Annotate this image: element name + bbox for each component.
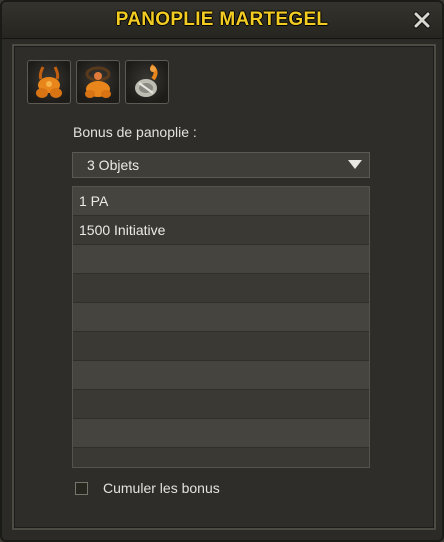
item-slot-amulet[interactable]	[27, 60, 71, 104]
bonus-row	[73, 448, 369, 467]
close-button[interactable]	[410, 8, 434, 32]
title-bar: PANOPLIE MARTEGEL	[2, 2, 442, 39]
dropdown-arrow-icon	[348, 160, 362, 169]
objets-dropdown[interactable]: 3 Objets	[72, 152, 370, 178]
bonus-row	[73, 361, 369, 390]
bonus-row: 1500 Initiative	[73, 216, 369, 245]
bonus-panoplie-label: Bonus de panoplie :	[73, 124, 197, 140]
item-slot-hammer[interactable]	[125, 60, 169, 104]
bonus-list: 1 PA 1500 Initiative	[72, 186, 370, 468]
panel-content: Bonus de panoplie : 3 Objets 1 PA 1500 I…	[12, 44, 436, 530]
close-icon	[413, 11, 431, 29]
hammer-item-icon	[135, 64, 158, 97]
bonus-row: 1 PA	[73, 187, 369, 216]
item-slots	[27, 60, 169, 104]
bonus-row	[73, 274, 369, 303]
item-slot-ring[interactable]	[76, 60, 120, 104]
window-title: PANOPLIE MARTEGEL	[115, 9, 329, 30]
bonus-row	[73, 390, 369, 419]
cumuler-label: Cumuler les bonus	[103, 480, 220, 496]
bonus-row	[73, 303, 369, 332]
panoplie-window: PANOPLIE MARTEGEL Bonus de panoplie: 3 …	[0, 0, 444, 542]
cumuler-bonus-option[interactable]: Cumuler les bonus	[75, 480, 220, 496]
amulet-item-icon	[36, 66, 62, 98]
ring-item-icon	[85, 66, 111, 98]
dropdown-value: 3 Objets	[87, 157, 140, 173]
bonus-row	[73, 245, 369, 274]
bonus-row	[73, 332, 369, 361]
cumuler-checkbox[interactable]	[75, 481, 88, 495]
bonus-row	[73, 419, 369, 448]
